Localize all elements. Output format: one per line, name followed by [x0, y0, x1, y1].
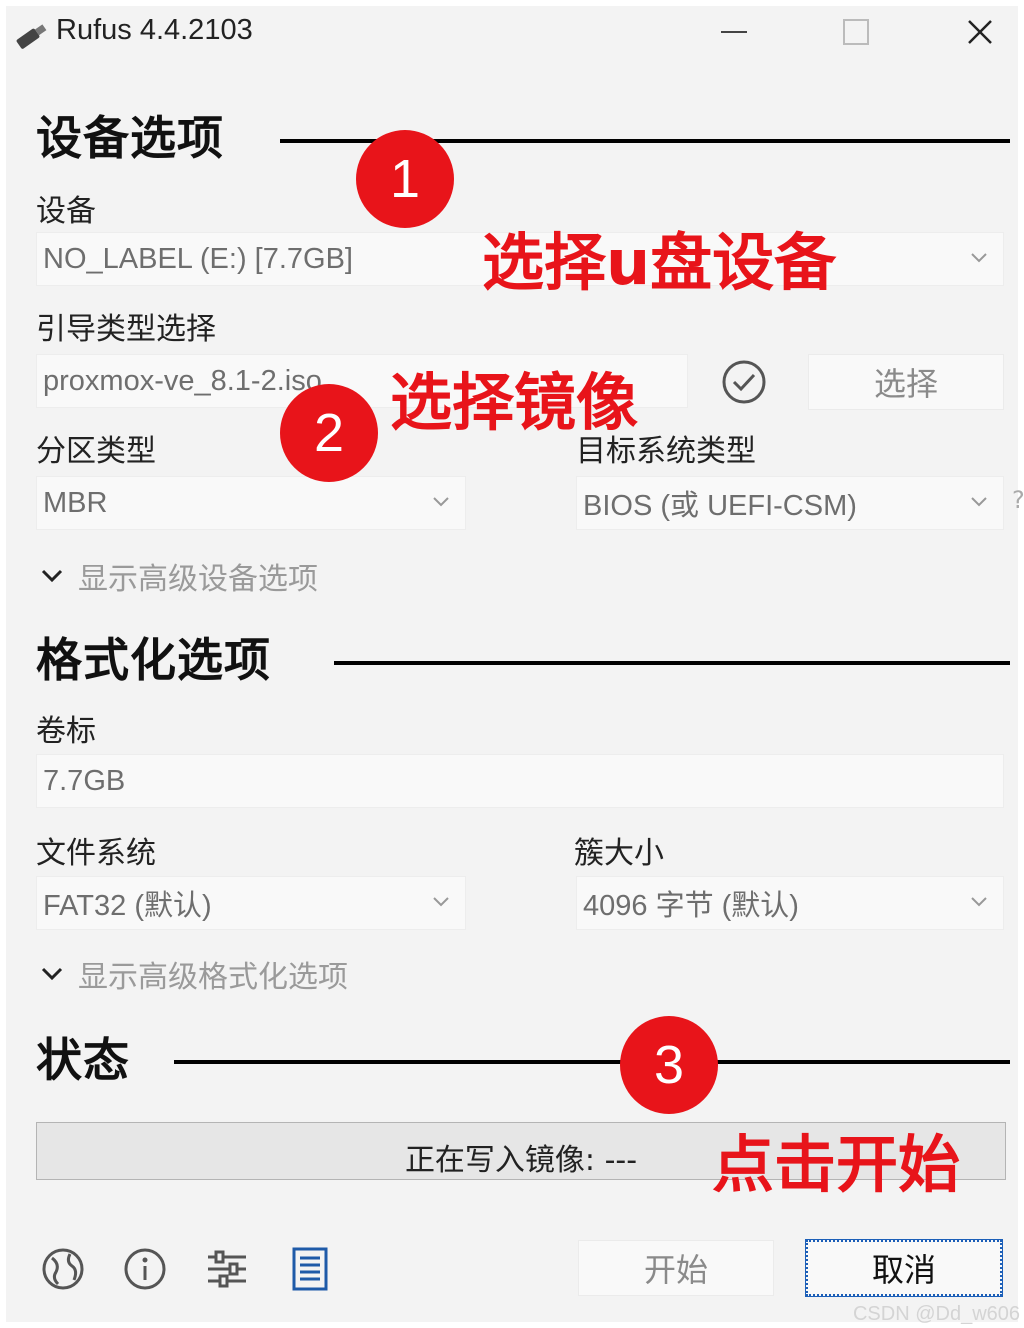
settings-sliders-icon [208, 1250, 246, 1288]
format-options-divider [334, 661, 1010, 665]
target-help-icon[interactable]: ? [1012, 486, 1024, 514]
boot-selection-value: proxmox-ve_8.1-2.iso [43, 364, 322, 397]
volume-label-label: 卷标 [36, 714, 96, 749]
status-divider [174, 1060, 1010, 1064]
partition-scheme-value: MBR [43, 486, 108, 519]
cluster-size-dropdown[interactable]: 4096 字节 (默认) [576, 876, 1004, 930]
target-system-dropdown[interactable]: BIOS (或 UEFI-CSM) [576, 476, 1004, 530]
step-1-annotation: 选择u盘设备 [482, 226, 837, 299]
globe-icon [42, 1248, 84, 1290]
language-button[interactable] [40, 1246, 86, 1296]
watermark: CSDN @Dd_w606 [852, 1303, 1020, 1325]
window-title: Rufus 4.4.2103 [56, 14, 253, 46]
partition-scheme-label: 分区类型 [36, 434, 156, 469]
chevron-down-icon [971, 497, 987, 507]
select-image-button[interactable]: 选择 [808, 354, 1004, 410]
show-advanced-device-options[interactable]: 显示高级设备选项 [40, 554, 318, 598]
close-icon [968, 20, 992, 44]
device-options-heading: 设备选项 [36, 111, 224, 165]
chevron-down-icon [971, 897, 987, 907]
log-button[interactable] [290, 1246, 330, 1296]
rufus-window: Rufus 4.4.2103 设备选项 设备 NO_LABEL (E:) [7.… [6, 6, 1024, 1322]
step-3-annotation: 点击开始 [712, 1128, 961, 1201]
log-icon [292, 1247, 328, 1291]
info-icon [124, 1248, 166, 1290]
check-hash-icon[interactable] [720, 358, 768, 410]
chevron-down-icon [433, 897, 449, 907]
cluster-size-value: 4096 字节 (默认) [583, 890, 799, 922]
advanced-device-options-label: 显示高级设备选项 [78, 562, 318, 597]
step-2-annotation: 选择镜像 [390, 366, 639, 439]
start-button[interactable]: 开始 [578, 1240, 774, 1296]
step-1-badge: 1 [356, 130, 454, 228]
title-bar: Rufus 4.4.2103 [6, 6, 1018, 58]
file-system-dropdown[interactable]: FAT32 (默认) [36, 876, 466, 930]
file-system-value: FAT32 (默认) [43, 890, 212, 922]
chevron-down-icon [41, 569, 63, 583]
maximize-button[interactable] [826, 6, 886, 58]
boot-selection-label: 引导类型选择 [36, 312, 216, 347]
minimize-button[interactable] [704, 6, 764, 58]
format-options-heading: 格式化选项 [36, 633, 271, 687]
cluster-size-label: 簇大小 [574, 836, 664, 871]
close-button[interactable] [950, 6, 1010, 58]
volume-label-input[interactable]: 7.7GB [36, 754, 1004, 808]
device-label: 设备 [36, 194, 96, 229]
target-system-value: BIOS (或 UEFI-CSM) [583, 490, 857, 522]
settings-button[interactable] [204, 1246, 250, 1296]
usb-drive-icon [12, 20, 50, 56]
chevron-down-icon [433, 497, 449, 507]
step-3-badge: 3 [620, 1016, 718, 1114]
volume-label-value: 7.7GB [43, 764, 126, 797]
advanced-format-options-label: 显示高级格式化选项 [78, 960, 348, 995]
minimize-icon [721, 31, 747, 33]
partition-scheme-dropdown[interactable]: MBR [36, 476, 466, 530]
chevron-down-icon [971, 253, 987, 263]
cancel-button[interactable]: 取消 [805, 1239, 1003, 1297]
about-button[interactable] [122, 1246, 168, 1296]
chevron-down-icon [41, 967, 63, 981]
maximize-icon [843, 19, 869, 45]
status-heading: 状态 [36, 1033, 130, 1087]
step-2-badge: 2 [280, 384, 378, 482]
show-advanced-format-options[interactable]: 显示高级格式化选项 [40, 952, 348, 996]
file-system-label: 文件系统 [36, 836, 156, 871]
device-value: NO_LABEL (E:) [7.7GB] [43, 242, 353, 275]
